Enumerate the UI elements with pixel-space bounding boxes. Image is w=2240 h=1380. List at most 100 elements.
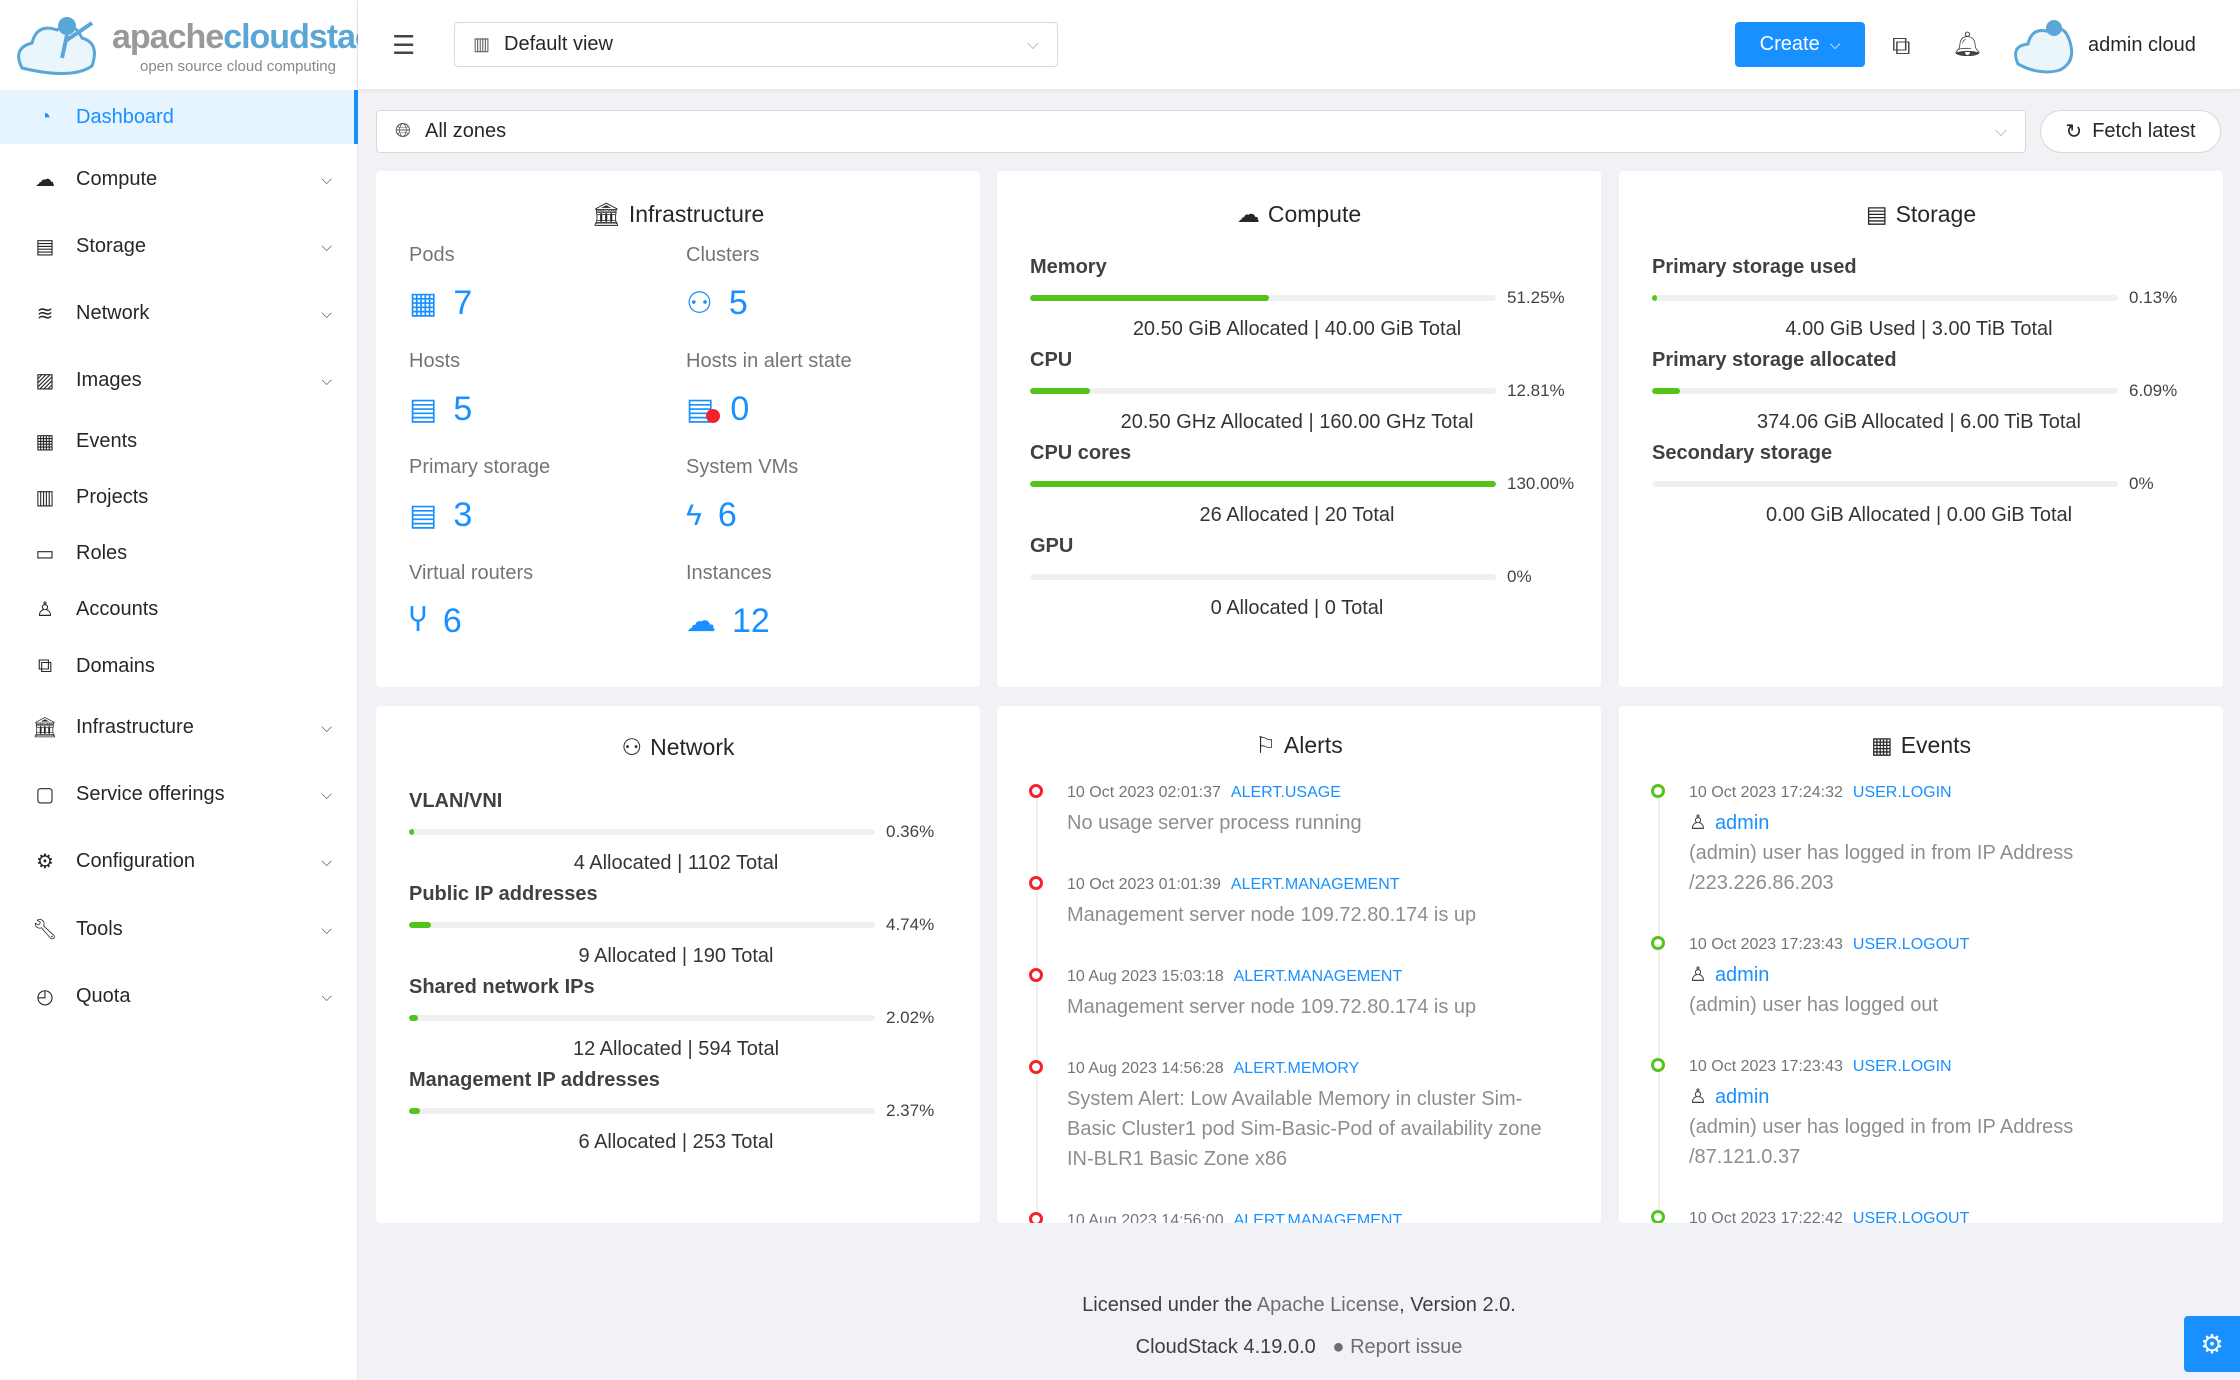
alerts-item: 10 Aug 2023 14:56:00 ALERT.MANAGEMENT <box>997 1204 1601 1223</box>
timeline-header: 10 Oct 2023 02:01:37 ALERT.USAGE <box>1067 776 1601 808</box>
sidebar-item-label: Tools <box>76 917 123 940</box>
infra-value: 7 <box>453 284 473 322</box>
event-type-link[interactable]: ALERT.MANAGEMENT <box>1231 876 1400 893</box>
sidebar-item-images[interactable]: ▨ Images ⌵ <box>0 353 358 407</box>
timeline-header: 10 Aug 2023 14:56:28 ALERT.MEMORY <box>1067 1052 1601 1084</box>
timeline-dot-icon <box>1651 784 1665 798</box>
infra-stat-primary-storage[interactable]: ▤ 3 <box>409 496 472 535</box>
chevron-down-icon: ⌵ <box>321 237 332 254</box>
infra-stat-instances[interactable]: ☁︎ 12 <box>686 602 770 641</box>
infra-stat-hosts-in-alert-state[interactable]: ▤ 0 <box>686 390 749 429</box>
event-type-link[interactable]: USER.LOGOUT <box>1853 1210 1969 1223</box>
timestamp: 10 Oct 2023 02:01:37 <box>1067 784 1221 801</box>
thunderbolt-icon: ϟ <box>686 498 702 532</box>
events-item: 10 Oct 2023 17:23:43 USER.LOGIN ♙ admin (adm… <box>1619 1050 2223 1202</box>
host-icon: ▤ <box>409 393 438 426</box>
gear-icon: ⚙ <box>2200 1328 2224 1359</box>
sidebar-item-compute[interactable]: ☁︎ Compute ⌵ <box>0 152 358 206</box>
usage-bar-fill <box>1652 388 1681 394</box>
usage-bar <box>1030 574 1496 580</box>
usage-text: 6 Allocated | 253 Total <box>578 1131 774 1153</box>
project-switch-icon[interactable]: ⧉ <box>1892 30 1911 62</box>
cloud-server-icon: ☁︎ <box>686 605 716 638</box>
view-selector[interactable]: ▥ Default view ⌵ <box>454 22 1058 67</box>
sidebar-item-storage[interactable]: ▤ Storage ⌵ <box>0 219 358 273</box>
bell-icon[interactable]: 🔔︎ <box>1952 30 1982 59</box>
usage-percent: 2.37% <box>886 1101 935 1120</box>
infrastructure-card: 🏛︎ Infrastructure Pods ▦ 7 Clusters ⚇ 5 Hosts ▤ 5… <box>376 171 980 687</box>
sidebar-item-service-offerings[interactable]: ▢ Service offerings ⌵ <box>0 767 358 821</box>
tool-icon: 🔧︎ <box>32 918 58 941</box>
sidebar-item-network[interactable]: ≋ Network ⌵ <box>0 286 358 340</box>
timestamp: 10 Aug 2023 14:56:28 <box>1067 1060 1224 1077</box>
database-icon: ▤ <box>409 499 438 532</box>
infra-label: Pods <box>409 244 455 266</box>
usage-text: 26 Allocated | 20 Total <box>1199 504 1395 526</box>
avatar <box>2014 20 2074 74</box>
report-issue-link[interactable]: ● Report issue <box>1332 1336 1462 1358</box>
shopping-icon: ▢ <box>35 783 55 806</box>
sidebar-item-projects[interactable]: ▥ Projects <box>0 470 358 524</box>
sidebar-item-label: Domains <box>76 654 155 677</box>
apache-license-link[interactable]: Apache License <box>1257 1294 1399 1316</box>
picture-icon: ▨ <box>35 369 55 392</box>
user-icon: ♙ <box>1689 1086 1707 1108</box>
infra-label: Instances <box>686 562 772 584</box>
event-type-link[interactable]: ALERT.MANAGEMENT <box>1234 968 1403 985</box>
usage-bar-fill <box>1652 295 1657 301</box>
sidebar-item-domains[interactable]: ⧉ Domains <box>0 639 358 693</box>
user-menu[interactable]: admin cloud <box>2010 14 2196 76</box>
settings-button[interactable]: ⚙ <box>2184 1316 2240 1372</box>
event-type-link[interactable]: USER.LOGIN <box>1853 784 1952 801</box>
alerts-timeline: 10 Oct 2023 02:01:37 ALERT.USAGE No usage … <box>997 776 1601 1223</box>
usage-bar-fill <box>1030 295 1269 301</box>
usage-label: Shared network IPs <box>409 976 595 998</box>
event-type-link[interactable]: ALERT.USAGE <box>1231 784 1341 801</box>
infra-value: 12 <box>732 602 770 640</box>
sidebar-item-dashboard[interactable]: ◔ Dashboard <box>0 90 358 144</box>
user-link[interactable]: ♙ admin <box>1689 960 2223 990</box>
infra-stat-clusters[interactable]: ⚇ 5 <box>686 284 748 323</box>
infra-stat-system-vms[interactable]: ϟ6 <box>686 496 737 535</box>
event-type-link[interactable]: ALERT.MEMORY <box>1234 1060 1360 1077</box>
usage-percent: 0% <box>1507 567 1532 586</box>
create-button[interactable]: Create ⌵ <box>1735 22 1865 67</box>
sidebar-item-accounts[interactable]: ♙ Accounts <box>0 582 358 636</box>
sidebar-item-events[interactable]: ▦ Events <box>0 414 358 468</box>
usage-label: Secondary storage <box>1652 442 1833 464</box>
usage-bar-fill <box>409 829 414 835</box>
events-item: 10 Oct 2023 17:22:42 USER.LOGOUT <box>1619 1202 2223 1223</box>
sidebar-item-quota[interactable]: ◴ Quota ⌵ <box>0 969 358 1023</box>
usage-label: Memory <box>1030 256 1107 278</box>
chevron-down-icon: ⌵ <box>1829 36 1841 52</box>
user-name: admin <box>1714 1086 1770 1108</box>
sidebar-item-roles[interactable]: ▭ Roles <box>0 526 358 580</box>
sidebar-item-infrastructure[interactable]: 🏛︎ Infrastructure ⌵ <box>0 700 358 754</box>
user-link[interactable]: ♙ admin <box>1689 1082 2223 1112</box>
usage-bar <box>1652 295 2118 301</box>
event-type-link[interactable]: USER.LOGIN <box>1853 1058 1952 1075</box>
usage-text: 4.00 GiB Used | 3.00 TiB Total <box>1785 318 2053 340</box>
timeline-header: 10 Oct 2023 01:01:39 ALERT.MANAGEMENT <box>1067 868 1601 900</box>
logo[interactable]: apachecloudstack open source cloud compu… <box>12 8 392 84</box>
event-type-link[interactable]: ALERT.MANAGEMENT <box>1234 1212 1403 1223</box>
sidebar-item-configuration[interactable]: ⚙ Configuration ⌵ <box>0 834 358 888</box>
zone-selector[interactable]: 🌐︎ All zones ⌵ <box>376 110 2026 153</box>
infra-stat-pods[interactable]: ▦ 7 <box>409 284 472 323</box>
sidebar-item-tools[interactable]: 🔧︎ Tools ⌵ <box>0 902 358 956</box>
user-link[interactable]: ♙ admin <box>1689 808 2223 838</box>
usage-percent: 51.25% <box>1507 288 1565 307</box>
usage-bar <box>409 829 875 835</box>
infra-stat-virtual-routers[interactable]: Ⴤ6 <box>409 602 462 641</box>
infra-stat-hosts[interactable]: ▤ 5 <box>409 390 472 429</box>
usage-bar-fill <box>409 1108 421 1114</box>
fetch-latest-button[interactable]: ↻ Fetch latest <box>2040 110 2221 153</box>
timeline-dot-icon <box>1029 784 1043 798</box>
infra-value: 0 <box>730 390 750 428</box>
network-card: ⚇ Network VLAN/VNI 0.36% 4 Allocated | 1102… <box>376 706 980 1223</box>
usage-percent: 12.81% <box>1507 381 1565 400</box>
event-type-link[interactable]: USER.LOGOUT <box>1853 936 1969 953</box>
usage-label: Primary storage used <box>1652 256 1857 278</box>
cluster-icon: ⚇ <box>686 287 713 320</box>
menu-fold-icon[interactable]: ☰ <box>392 30 415 61</box>
